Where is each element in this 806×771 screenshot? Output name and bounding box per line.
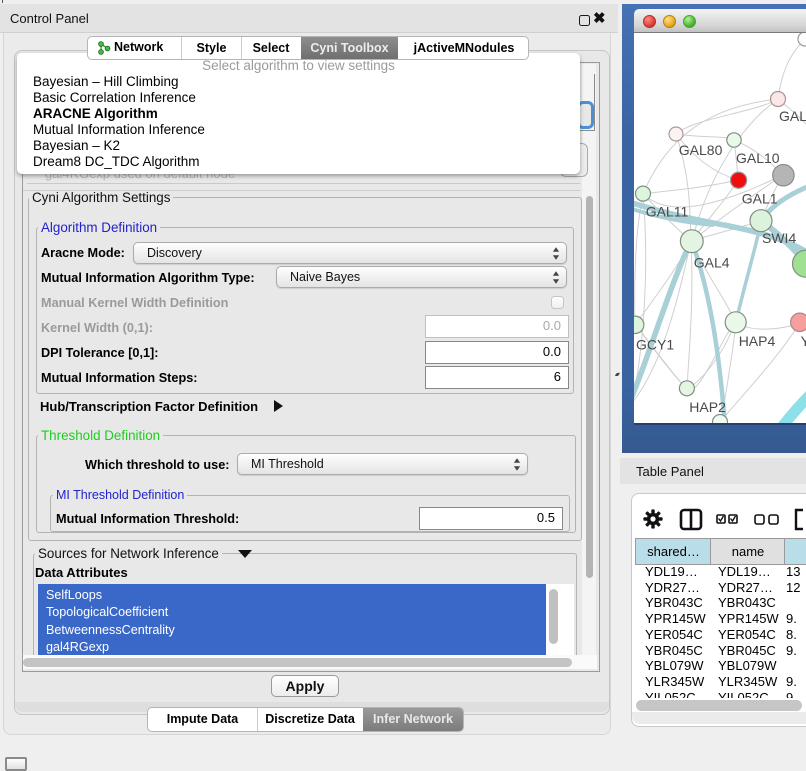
svg-text:Y: Y bbox=[801, 333, 806, 349]
svg-text:GAL80: GAL80 bbox=[679, 142, 723, 158]
svg-text:GAL1: GAL1 bbox=[742, 191, 778, 207]
svg-text:GAL11: GAL11 bbox=[646, 203, 689, 219]
svg-text:HAP2: HAP2 bbox=[689, 399, 726, 415]
svg-text:GAL: GAL bbox=[779, 108, 806, 124]
svg-text:GAL10: GAL10 bbox=[736, 150, 780, 166]
svg-text:GCY1: GCY1 bbox=[636, 337, 674, 353]
svg-text:GAL4: GAL4 bbox=[694, 254, 730, 270]
svg-text:HAP4: HAP4 bbox=[739, 333, 776, 349]
svg-text:SWI4: SWI4 bbox=[762, 230, 796, 246]
